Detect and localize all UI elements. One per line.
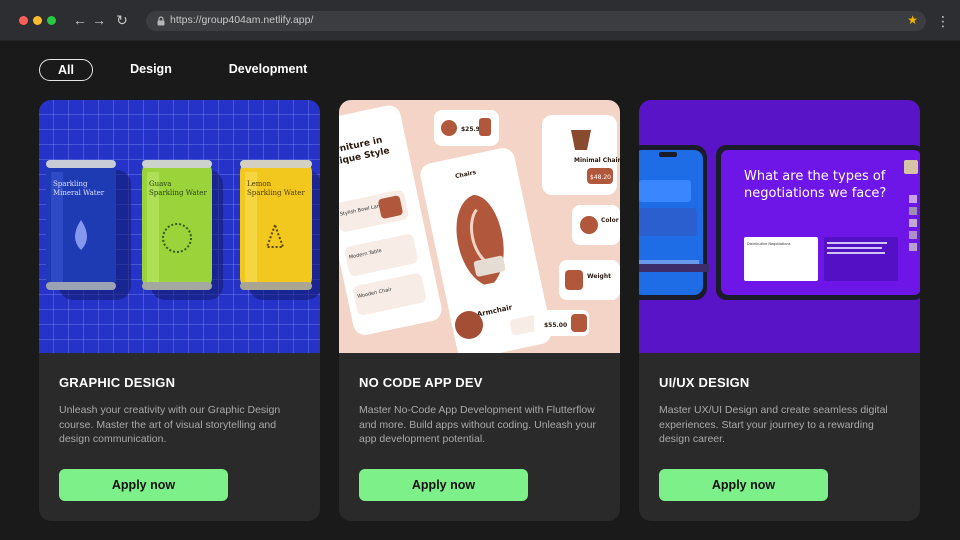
card-title: UI/UX DESIGN bbox=[659, 375, 750, 390]
url-text: https://group404am.netlify.app/ bbox=[170, 14, 314, 26]
svg-text:Sparkling Water: Sparkling Water bbox=[149, 189, 207, 197]
forward-arrow-icon[interactable]: → bbox=[90, 11, 108, 29]
apply-now-button[interactable]: Apply now bbox=[659, 469, 828, 501]
address-bar[interactable]: https://group404am.netlify.app/ ★ bbox=[146, 11, 926, 31]
svg-text:Lemon: Lemon bbox=[247, 180, 272, 188]
tablet-headline-line-1: What are the types of bbox=[744, 169, 886, 184]
card-title: GRAPHIC DESIGN bbox=[59, 375, 176, 390]
filter-development[interactable]: Development bbox=[225, 59, 311, 81]
filter-all[interactable]: All bbox=[39, 59, 93, 81]
svg-text:$48.20: $48.20 bbox=[590, 174, 611, 181]
ui-ux-design-image: What are the types of negotiations we fa… bbox=[639, 100, 920, 353]
card-title: NO CODE APP DEV bbox=[359, 375, 483, 390]
card-description: Unleash your creativity with our Graphic… bbox=[59, 404, 281, 445]
close-window-button[interactable] bbox=[19, 16, 28, 25]
svg-text:$55.00: $55.00 bbox=[544, 322, 567, 329]
no-code-app-image: Furniture in Unique Style Stylish Bowl L… bbox=[339, 100, 620, 353]
svg-text:Mineral Water: Mineral Water bbox=[53, 189, 105, 197]
course-card-graphic-design[interactable]: Sparkling Mineral Water Guava Sparkling … bbox=[39, 100, 320, 521]
svg-text:Distributive Negotiations: Distributive Negotiations bbox=[747, 242, 791, 246]
can-1-label: Sparkling bbox=[53, 180, 88, 188]
card-description: Master No-Code App Development with Flut… bbox=[359, 404, 596, 445]
browser-menu-icon[interactable]: ⋮ bbox=[936, 12, 950, 30]
graphic-design-image: Sparkling Mineral Water Guava Sparkling … bbox=[39, 100, 320, 353]
minimize-window-button[interactable] bbox=[33, 16, 42, 25]
svg-text:Sparkling Water: Sparkling Water bbox=[247, 189, 305, 197]
svg-text:Weight: Weight bbox=[587, 273, 611, 280]
maximize-window-button[interactable] bbox=[47, 16, 56, 25]
svg-text:Minimal Chair: Minimal Chair bbox=[574, 157, 620, 164]
svg-text:Color: Color bbox=[601, 217, 619, 224]
filter-design[interactable]: Design bbox=[123, 59, 179, 81]
course-card-no-code-app-dev[interactable]: Furniture in Unique Style Stylish Bowl L… bbox=[339, 100, 620, 521]
svg-text:Guava: Guava bbox=[149, 180, 171, 188]
card-description: Master UX/UI Design and create seamless … bbox=[659, 404, 888, 445]
lock-icon bbox=[157, 16, 165, 26]
bookmark-star-icon[interactable]: ★ bbox=[907, 13, 918, 27]
back-arrow-icon[interactable]: ← bbox=[71, 11, 89, 29]
apply-now-button[interactable]: Apply now bbox=[59, 469, 228, 501]
apply-now-button[interactable]: Apply now bbox=[359, 469, 528, 501]
reload-icon[interactable]: ↻ bbox=[113, 11, 131, 29]
course-card-ui-ux-design[interactable]: What are the types of negotiations we fa… bbox=[639, 100, 920, 521]
svg-text:negotiations we face?: negotiations we face? bbox=[744, 186, 886, 201]
page: All Design Development Sparkling Mineral… bbox=[0, 41, 960, 540]
browser-toolbar: ← → ↻ https://group404am.netlify.app/ ★ … bbox=[0, 0, 960, 41]
